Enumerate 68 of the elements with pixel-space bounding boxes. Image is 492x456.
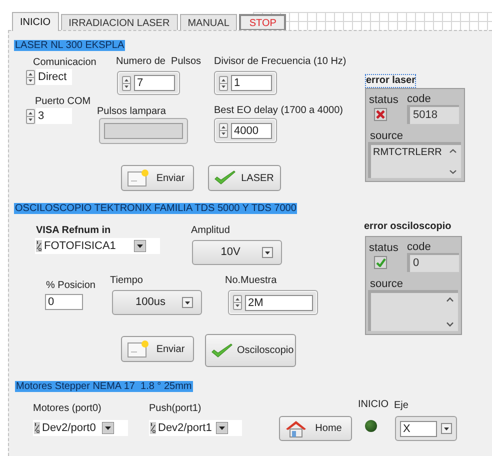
dropdown-field[interactable]: Dev2/port1: [149, 420, 242, 436]
field-label: Eje: [394, 400, 408, 412]
checkmark-icon: [211, 342, 233, 358]
document-icon: [127, 169, 149, 187]
field-label: status: [369, 242, 398, 254]
tab[interactable]: IRRADIACION LASER: [60, 14, 178, 31]
spinner-arrows-icon[interactable]: [219, 76, 228, 90]
field-label: Best EO delay (1700 a 4000): [214, 105, 343, 117]
axis-ring[interactable]: X: [395, 416, 457, 441]
dropdown-field[interactable]: Dev2/port0: [33, 420, 128, 436]
cluster-label: error laser: [366, 75, 416, 87]
send-button[interactable]: Enviar: [121, 165, 194, 191]
spinner-arrows-icon[interactable]: [26, 70, 35, 84]
house-icon: [285, 420, 307, 438]
field-label: Pulsos lampara: [97, 106, 166, 118]
numeric-field[interactable]: 4000: [231, 122, 272, 138]
section-title: Motores Stepper NEMA 17 1.8 ° 25mm: [15, 381, 193, 392]
spinner-arrows-icon[interactable]: [219, 123, 228, 138]
section-title: LASER NL 300 EKSPLA: [14, 40, 126, 51]
source-text: RMTCTRLERR: [373, 147, 442, 158]
send-button[interactable]: Enviar: [121, 336, 194, 362]
field-label: Amplitud: [191, 225, 230, 237]
stop-button[interactable]: STOP: [239, 14, 286, 31]
tab[interactable]: INICIO: [12, 12, 59, 31]
dropdown-arrow-icon[interactable]: [102, 422, 114, 434]
field-label: source: [370, 278, 404, 290]
field-label: Numero de Pulsos: [116, 56, 202, 68]
field-label: code: [407, 93, 431, 105]
io-name-icon: [34, 422, 40, 434]
numeric-field[interactable]: 1: [231, 75, 272, 91]
menu-ring[interactable]: 100us: [112, 290, 202, 315]
dropdown-arrow-icon[interactable]: [216, 422, 228, 434]
field-label: INICIO: [358, 399, 389, 411]
field-label: Comunicacion: [33, 57, 96, 69]
io-name-icon: [150, 422, 156, 434]
field-label: Push(port1): [149, 403, 202, 415]
code-field: 0: [407, 253, 459, 272]
home-button[interactable]: Home: [279, 416, 352, 441]
ring-field[interactable]: 3: [36, 108, 72, 124]
field-label: status: [369, 94, 398, 106]
dropdown-field[interactable]: FOTOFISICA1: [35, 238, 160, 254]
code-field: 5018: [407, 105, 459, 124]
field-label: VISA Refnum in: [36, 225, 111, 237]
check-button[interactable]: LASER: [208, 165, 281, 191]
spinner-arrows-icon[interactable]: [122, 76, 131, 90]
dropdown-arrow-icon[interactable]: [134, 240, 146, 252]
checkmark-icon: [214, 170, 236, 186]
io-name-icon: [36, 240, 42, 252]
field-label: code: [407, 241, 431, 253]
tab[interactable]: MANUAL: [180, 14, 238, 31]
section-title: OSCILOSCOPIO TEKTRONIX FAMILIA TDS 5000 Y TDS 7000: [14, 203, 298, 214]
spinner-arrows-icon[interactable]: [26, 108, 35, 124]
check-button[interactable]: Osciloscopio: [205, 334, 296, 367]
field-label: Tiempo: [110, 275, 143, 287]
field-label: No.Muestra: [225, 275, 277, 287]
document-icon: [127, 340, 149, 358]
spinner-arrows-icon[interactable]: [233, 295, 242, 310]
field-label: % Posicion: [46, 280, 96, 292]
field-label: Divisor de Frecuencia (10 Hz): [214, 56, 346, 68]
field-label: Motores (port0): [33, 403, 102, 415]
field-label: source: [370, 130, 404, 142]
cluster-label: error osciloscopio: [364, 221, 452, 233]
ring-field[interactable]: Direct: [36, 69, 72, 85]
numeric-field[interactable]: 7: [134, 75, 175, 91]
menu-ring[interactable]: 10V: [192, 240, 282, 265]
position-field[interactable]: 0: [45, 294, 83, 310]
field-label: Puerto COM: [35, 96, 91, 108]
numeric-field[interactable]: 2M: [245, 294, 313, 310]
